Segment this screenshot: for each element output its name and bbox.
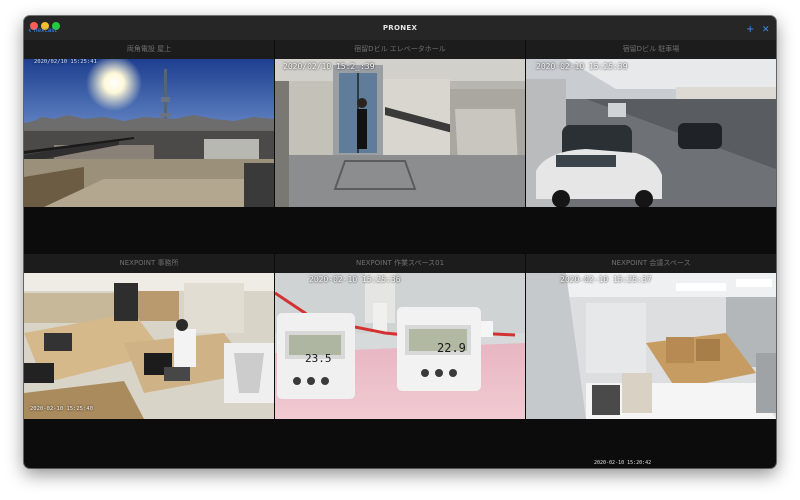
camera-label: 宿留Dビル エレベータホール	[275, 40, 525, 59]
camera-label: NEXPOINT 会議スペース	[526, 254, 776, 273]
camera-timestamp: 2020-02-10 15:25:37	[560, 275, 652, 284]
camera-label: 両角電設 屋上	[24, 40, 274, 59]
plus-icon[interactable]: +	[746, 24, 754, 36]
camera-label: NEXPOINT 事務所	[24, 254, 274, 273]
camera-feed-office[interactable]: 2020-02-10 15:25:40	[24, 273, 274, 419]
parking-scene	[526, 59, 776, 207]
camera-timestamp: 2020-02-10 15:25:39	[536, 62, 628, 71]
camera-feed-workspace[interactable]: 2020-02-10 15:25:36 23.5 22.9	[275, 273, 525, 419]
thermo-reading-left: 23.5	[305, 352, 332, 365]
rooftop-scene	[24, 59, 274, 207]
camera-grid: 両角電設 屋上 2020/02/10 15:25:41 宿留Dビル エレベータホ…	[24, 40, 776, 468]
thermo-reading-right: 22.9	[437, 341, 466, 355]
camera-timestamp: 2020-02-10 15:25:36	[309, 275, 401, 284]
camera-feed-parking[interactable]: 2020-02-10 15:25:39	[526, 59, 776, 207]
camera-timestamp: 2020/02/10 15:2_:39	[283, 62, 375, 71]
camera-timestamp: 2020-02-10 15:25:40	[30, 406, 93, 412]
elevator-hall-scene	[275, 59, 525, 207]
meeting-scene	[526, 273, 776, 419]
window-title: PRONEX	[382, 24, 418, 32]
camera-label: NEXPOINT 作業スペース01	[275, 254, 525, 273]
camera-feed-meeting[interactable]: 2020-02-10 15:25:37	[526, 273, 776, 419]
x-icon[interactable]: ✕	[762, 24, 770, 36]
app-window: ‹ nexcast PRONEX + ✕ 両角電設 屋上 2020/02/10 …	[24, 16, 776, 468]
camera-feed-rooftop[interactable]: 2020/02/10 15:25:41	[24, 59, 274, 207]
camera-timestamp: 2020/02/10 15:25:41	[34, 59, 97, 65]
title-bar: ‹ nexcast PRONEX + ✕	[24, 16, 776, 41]
camera-label: 宿留Dビル 駐車場	[526, 40, 776, 59]
office-scene	[24, 273, 274, 419]
footer-timestamp: 2020-02-10 15:20:42	[594, 460, 652, 466]
camera-feed-elevator-hall[interactable]: 2020/02/10 15:2_:39	[275, 59, 525, 207]
thermo-scene	[275, 273, 525, 419]
